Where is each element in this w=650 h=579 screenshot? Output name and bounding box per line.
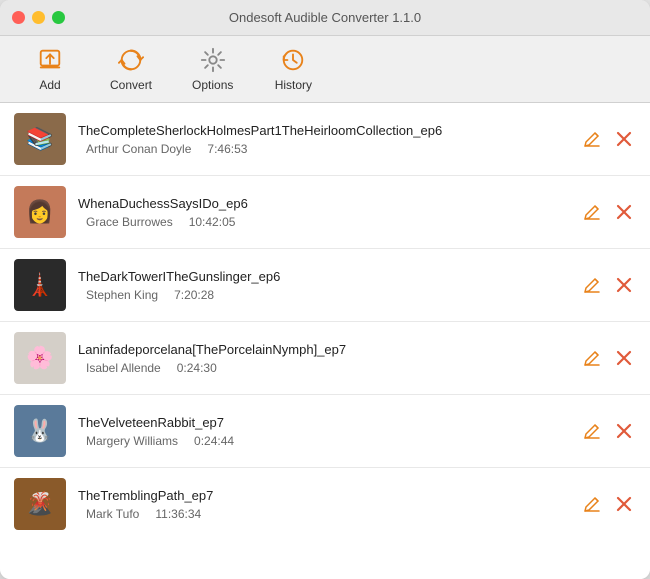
add-icon [36,46,64,74]
book-actions [580,273,636,297]
book-duration: 7:46:53 [207,142,247,156]
book-duration: 11:36:34 [155,507,201,521]
delete-icon [614,129,634,149]
delete-button[interactable] [612,127,636,151]
book-info: TheTremblingPath_ep7 Mark Tufo 11:36:34 [78,488,568,521]
book-row: 🌸 Laninfadeporcelana[ThePorcelainNymph]_… [0,322,650,395]
book-title: WhenaDuchessSaysIDo_ep6 [78,196,568,211]
book-cover: 📚 [14,113,66,165]
book-author: Mark Tufo [86,507,139,521]
title-bar: Ondesoft Audible Converter 1.1.0 [0,0,650,36]
delete-icon [614,275,634,295]
edit-button[interactable] [580,200,604,224]
convert-button[interactable]: Convert [100,42,162,96]
book-info: TheVelveteenRabbit_ep7 Margery Williams … [78,415,568,448]
book-cover: 🐰 [14,405,66,457]
convert-label: Convert [110,78,152,92]
delete-icon [614,202,634,222]
book-author: Arthur Conan Doyle [86,142,191,156]
window-title: Ondesoft Audible Converter 1.1.0 [229,10,421,25]
edit-button[interactable] [580,492,604,516]
book-title: TheTremblingPath_ep7 [78,488,568,503]
delete-button[interactable] [612,346,636,370]
add-label: Add [39,78,60,92]
maximize-button[interactable] [52,11,65,24]
delete-button[interactable] [612,419,636,443]
book-duration: 0:24:30 [177,361,217,375]
edit-icon [582,348,602,368]
edit-icon [582,275,602,295]
delete-button[interactable] [612,273,636,297]
book-author: Grace Burrowes [86,215,173,229]
book-duration: 10:42:05 [189,215,236,229]
book-cover: 🌸 [14,332,66,384]
book-actions [580,200,636,224]
book-meta: Isabel Allende 0:24:30 [78,361,568,375]
book-meta: Stephen King 7:20:28 [78,288,568,302]
book-row: 🌋 TheTremblingPath_ep7 Mark Tufo 11:36:3… [0,468,650,540]
edit-button[interactable] [580,419,604,443]
book-actions [580,492,636,516]
book-meta: Margery Williams 0:24:44 [78,434,568,448]
toolbar: Add Convert Options [0,36,650,103]
delete-icon [614,348,634,368]
history-label: History [275,78,312,92]
options-label: Options [192,78,233,92]
book-list: 📚 TheCompleteSherlockHolmesPart1TheHeirl… [0,103,650,579]
book-row: 👩 WhenaDuchessSaysIDo_ep6 Grace Burrowes… [0,176,650,249]
delete-button[interactable] [612,200,636,224]
book-meta: Grace Burrowes 10:42:05 [78,215,568,229]
book-title: Laninfadeporcelana[ThePorcelainNymph]_ep… [78,342,568,357]
book-info: Laninfadeporcelana[ThePorcelainNymph]_ep… [78,342,568,375]
book-info: WhenaDuchessSaysIDo_ep6 Grace Burrowes 1… [78,196,568,229]
book-title: TheVelveteenRabbit_ep7 [78,415,568,430]
book-meta: Arthur Conan Doyle 7:46:53 [78,142,568,156]
traffic-lights [12,11,65,24]
book-author: Margery Williams [86,434,178,448]
edit-icon [582,494,602,514]
edit-icon [582,202,602,222]
book-info: TheDarkTowerITheGunslinger_ep6 Stephen K… [78,269,568,302]
add-button[interactable]: Add [20,42,80,96]
book-row: 🗼 TheDarkTowerITheGunslinger_ep6 Stephen… [0,249,650,322]
edit-icon [582,129,602,149]
history-button[interactable]: History [263,42,323,96]
edit-button[interactable] [580,273,604,297]
delete-icon [614,421,634,441]
book-cover: 🌋 [14,478,66,530]
history-icon [279,46,307,74]
book-actions [580,127,636,151]
close-button[interactable] [12,11,25,24]
book-duration: 0:24:44 [194,434,234,448]
options-icon [199,46,227,74]
book-author: Stephen King [86,288,158,302]
book-title: TheCompleteSherlockHolmesPart1TheHeirloo… [78,123,568,138]
options-button[interactable]: Options [182,42,243,96]
book-row: 🐰 TheVelveteenRabbit_ep7 Margery William… [0,395,650,468]
app-window: Ondesoft Audible Converter 1.1.0 Add [0,0,650,579]
book-cover: 🗼 [14,259,66,311]
book-author: Isabel Allende [86,361,161,375]
book-meta: Mark Tufo 11:36:34 [78,507,568,521]
book-cover: 👩 [14,186,66,238]
delete-button[interactable] [612,492,636,516]
book-info: TheCompleteSherlockHolmesPart1TheHeirloo… [78,123,568,156]
minimize-button[interactable] [32,11,45,24]
edit-button[interactable] [580,346,604,370]
book-actions [580,346,636,370]
book-duration: 7:20:28 [174,288,214,302]
edit-icon [582,421,602,441]
convert-icon [117,46,145,74]
book-row: 📚 TheCompleteSherlockHolmesPart1TheHeirl… [0,103,650,176]
book-title: TheDarkTowerITheGunslinger_ep6 [78,269,568,284]
edit-button[interactable] [580,127,604,151]
delete-icon [614,494,634,514]
book-actions [580,419,636,443]
